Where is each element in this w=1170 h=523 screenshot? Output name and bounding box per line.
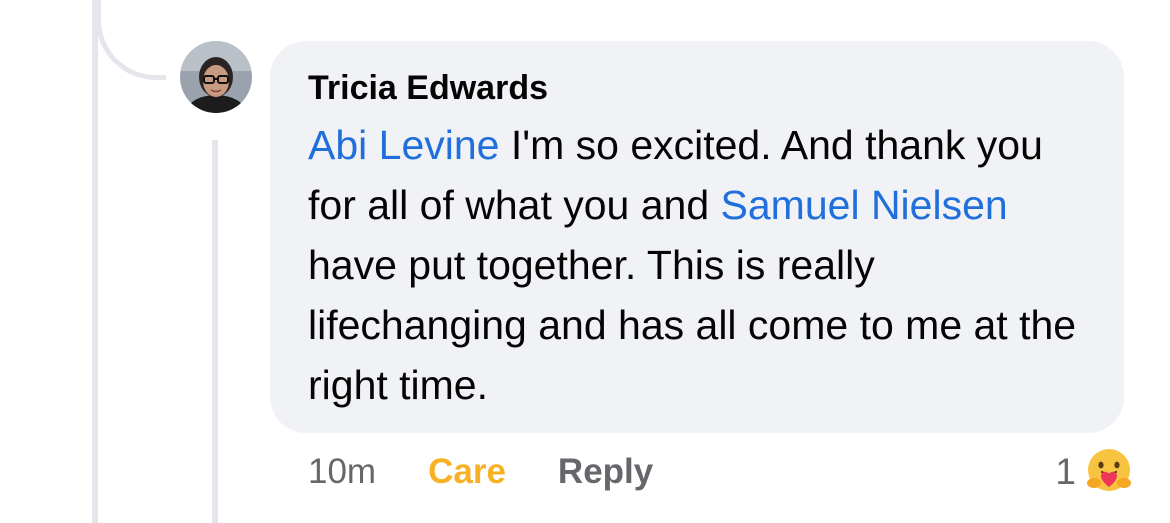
reaction-count: 1 xyxy=(1055,451,1076,492)
thread-line xyxy=(92,0,98,523)
comment-text: Abi Levine I'm so excited. And thank you… xyxy=(308,115,1098,415)
thread-connector xyxy=(96,0,166,80)
care-reaction-button[interactable]: Care xyxy=(428,452,506,492)
comment-bubble: Tricia Edwards Abi Levine I'm so excited… xyxy=(270,41,1124,433)
reaction-summary[interactable]: 1 xyxy=(1055,444,1136,500)
mention-link[interactable]: Abi Levine xyxy=(308,122,499,168)
mention-link[interactable]: Samuel Nielsen xyxy=(721,182,1008,228)
profile-photo-icon xyxy=(180,41,252,113)
reply-thread-line xyxy=(212,140,218,523)
comment-text-segment: have put together. This is really lifech… xyxy=(308,242,1077,408)
comment-author[interactable]: Tricia Edwards xyxy=(308,65,1086,111)
care-emoji-icon xyxy=(1087,449,1131,491)
avatar[interactable] xyxy=(180,41,252,113)
comment-timestamp[interactable]: 10m xyxy=(308,452,376,492)
reply-button[interactable]: Reply xyxy=(558,452,653,492)
comment-actions: 10m Care Reply xyxy=(308,448,653,496)
